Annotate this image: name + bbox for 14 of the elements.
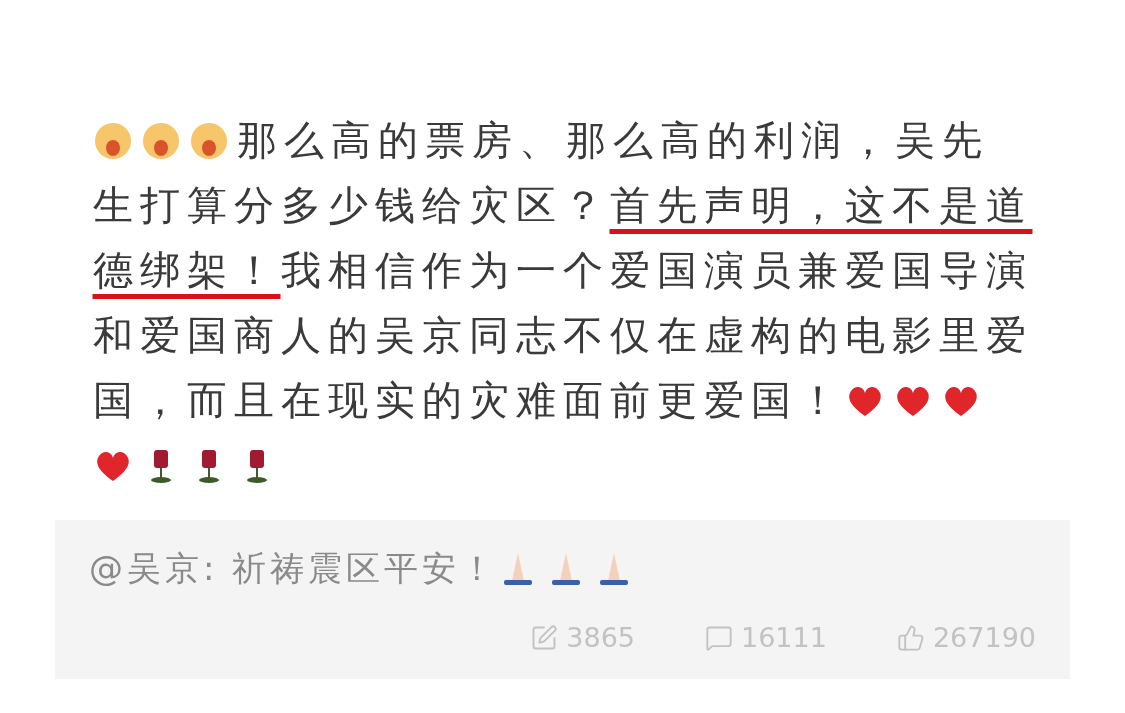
post-text: 和爱国商人的吴京同志不仅在虚构的电影里爱 <box>92 311 1033 360</box>
post-text: 那么高的票房、那么高的利润，吴先 <box>236 116 989 165</box>
thumbs-up-icon[interactable] <box>896 623 925 652</box>
post-text: 我相信作为一个爱国演员兼爱国导演 <box>280 246 1033 295</box>
surprised-emoji-icon <box>140 120 181 161</box>
author-link[interactable]: @吴京: <box>89 546 219 592</box>
post-text: 生打算分多少钱给灾区？ <box>92 181 610 230</box>
underlined-text: 德绑架！ <box>92 246 281 295</box>
surprised-emoji-icon <box>92 120 133 161</box>
post-text: 国，而且在现实的灾难面前更爱国！ <box>92 376 845 425</box>
quoted-text: 祈祷震区平安！ <box>232 547 499 590</box>
surprised-emoji-icon <box>188 120 229 161</box>
repost-icon[interactable] <box>530 623 559 652</box>
underlined-text: 首先声明，这不是道 <box>609 181 1033 230</box>
